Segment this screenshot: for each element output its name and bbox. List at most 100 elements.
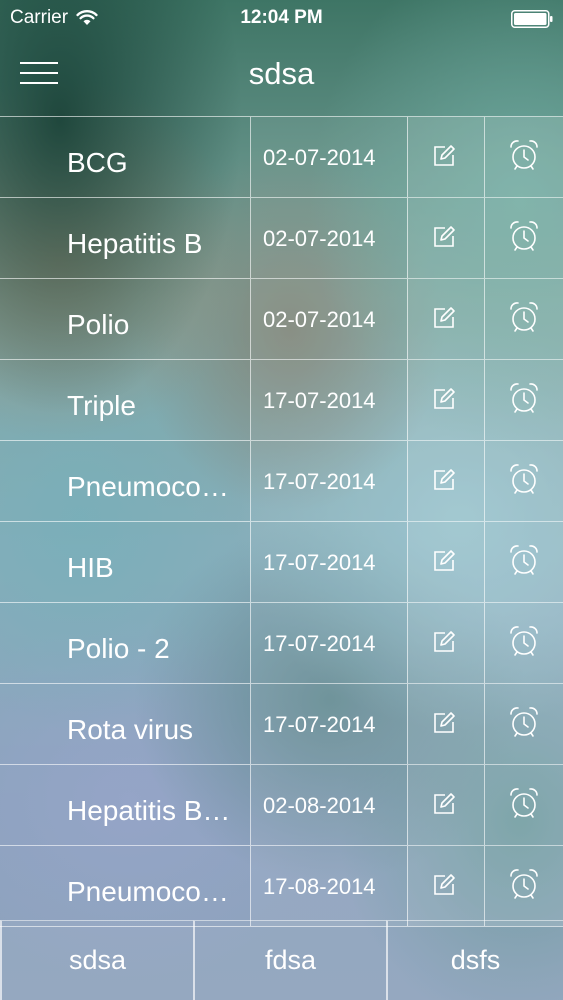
vaccine-name: HIB xyxy=(67,552,114,583)
vaccine-table: BCG 02-07-2014 Hepatitis B 02-07-2014 Po… xyxy=(0,116,563,927)
edit-icon xyxy=(434,388,455,409)
alarm-clock-icon xyxy=(510,383,538,413)
vaccine-date: 17-08-2014 xyxy=(263,874,376,899)
edit-button[interactable] xyxy=(407,765,485,845)
edit-icon xyxy=(434,307,455,328)
edit-button[interactable] xyxy=(407,279,485,359)
alarm-clock-icon xyxy=(510,302,538,332)
edit-button[interactable] xyxy=(407,603,485,683)
vaccine-name: Pneumoco… xyxy=(67,876,229,907)
tab-label: sdsa xyxy=(68,945,127,975)
edit-icon xyxy=(434,469,455,490)
alarm-button[interactable] xyxy=(485,198,563,278)
vaccine-name: Triple xyxy=(67,390,136,421)
vaccine-date: 17-07-2014 xyxy=(263,388,376,413)
edit-button[interactable] xyxy=(407,684,485,764)
tab-sdsa[interactable]: sdsa xyxy=(0,920,193,1000)
vaccine-date: 02-07-2014 xyxy=(263,145,376,170)
alarm-clock-icon xyxy=(510,869,538,899)
vaccine-date-cell: 02-07-2014 xyxy=(250,117,408,197)
vaccine-name: Hepatitis B xyxy=(67,228,203,259)
vaccine-date-cell: 17-07-2014 xyxy=(250,522,408,602)
alarm-clock-icon xyxy=(510,140,538,170)
page-title: sdsa xyxy=(248,56,315,91)
alarm-button[interactable] xyxy=(485,684,563,764)
tab-fdsa[interactable]: fdsa xyxy=(193,920,386,1000)
table-row: Pneumoco… 17-07-2014 xyxy=(0,440,563,521)
vaccine-name: BCG xyxy=(67,147,128,178)
tab-label: dsfs xyxy=(450,945,501,975)
vaccine-date: 17-07-2014 xyxy=(263,712,376,737)
edit-button[interactable] xyxy=(407,117,485,197)
table-row: Triple 17-07-2014 xyxy=(0,359,563,440)
vaccine-name: Rota virus xyxy=(67,714,194,745)
navigation-bar: sdsa xyxy=(0,38,563,116)
table-row: Hepatitis B… 02-08-2014 xyxy=(0,764,563,845)
vaccine-date: 02-07-2014 xyxy=(263,226,376,251)
vaccine-name: Polio - 2 xyxy=(67,633,170,664)
vaccine-date: 17-07-2014 xyxy=(263,550,376,575)
table-row: Pneumoco… 17-08-2014 xyxy=(0,845,563,927)
table-row: Polio - 2 17-07-2014 xyxy=(0,602,563,683)
alarm-button[interactable] xyxy=(485,603,563,683)
vaccine-date-cell: 17-07-2014 xyxy=(250,684,408,764)
vaccine-date-cell: 17-08-2014 xyxy=(250,846,408,926)
vaccine-name-cell[interactable]: Triple xyxy=(0,360,249,440)
vaccine-date-cell: 17-07-2014 xyxy=(250,360,408,440)
alarm-button[interactable] xyxy=(485,765,563,845)
vaccine-name-cell[interactable]: Polio - 2 xyxy=(0,603,249,683)
edit-icon xyxy=(434,712,455,733)
vaccine-date-cell: 17-07-2014 xyxy=(250,603,408,683)
vaccine-name: Polio xyxy=(67,309,130,340)
vaccine-name-cell[interactable]: HIB xyxy=(0,522,249,602)
table-row: BCG 02-07-2014 xyxy=(0,116,563,197)
alarm-button[interactable] xyxy=(485,117,563,197)
edit-icon xyxy=(434,631,455,652)
vaccine-name-cell[interactable]: Rota virus xyxy=(0,684,249,764)
table-row: Rota virus 17-07-2014 xyxy=(0,683,563,764)
edit-button[interactable] xyxy=(407,198,485,278)
table-row: HIB 17-07-2014 xyxy=(0,521,563,602)
bottom-tab-bar: sdsa fdsa dsfs xyxy=(0,920,563,1000)
vaccine-date: 17-07-2014 xyxy=(263,631,376,656)
vaccine-date: 02-08-2014 xyxy=(263,793,376,818)
vaccine-date-cell: 17-07-2014 xyxy=(250,441,408,521)
edit-icon xyxy=(434,145,455,166)
edit-button[interactable] xyxy=(407,846,485,926)
table-row: Hepatitis B 02-07-2014 xyxy=(0,197,563,278)
vaccine-date-cell: 02-07-2014 xyxy=(250,279,408,359)
vaccine-name-cell[interactable]: Pneumoco… xyxy=(0,441,249,521)
edit-icon xyxy=(434,793,455,814)
vaccine-name: Hepatitis B… xyxy=(67,795,231,826)
alarm-clock-icon xyxy=(510,626,538,656)
alarm-button[interactable] xyxy=(485,441,563,521)
edit-icon xyxy=(434,874,455,895)
vaccine-name-cell[interactable]: BCG xyxy=(0,117,249,197)
vaccine-date-cell: 02-07-2014 xyxy=(250,198,408,278)
edit-button[interactable] xyxy=(407,360,485,440)
edit-button[interactable] xyxy=(407,522,485,602)
battery-icon xyxy=(511,10,553,28)
vaccine-date-cell: 02-08-2014 xyxy=(250,765,408,845)
status-time: 12:04 PM xyxy=(240,7,323,28)
vaccine-name-cell[interactable]: Pneumoco… xyxy=(0,846,249,926)
vaccine-date: 17-07-2014 xyxy=(263,469,376,494)
alarm-clock-icon xyxy=(510,464,538,494)
alarm-clock-icon xyxy=(510,545,538,575)
alarm-button[interactable] xyxy=(485,360,563,440)
alarm-clock-icon xyxy=(510,707,538,737)
alarm-button[interactable] xyxy=(485,846,563,926)
alarm-button[interactable] xyxy=(485,279,563,359)
tab-dsfs[interactable]: dsfs xyxy=(386,920,563,1000)
edit-button[interactable] xyxy=(407,441,485,521)
vaccine-name-cell[interactable]: Hepatitis B… xyxy=(0,765,249,845)
status-bar: Carrier 12:04 PM xyxy=(0,0,563,38)
edit-icon xyxy=(434,550,455,571)
alarm-button[interactable] xyxy=(485,522,563,602)
vaccine-name-cell[interactable]: Hepatitis B xyxy=(0,198,249,278)
vaccine-date: 02-07-2014 xyxy=(263,307,376,332)
table-row: Polio 02-07-2014 xyxy=(0,278,563,359)
vaccine-name-cell[interactable]: Polio xyxy=(0,279,249,359)
edit-icon xyxy=(434,226,455,247)
alarm-clock-icon xyxy=(510,788,538,818)
